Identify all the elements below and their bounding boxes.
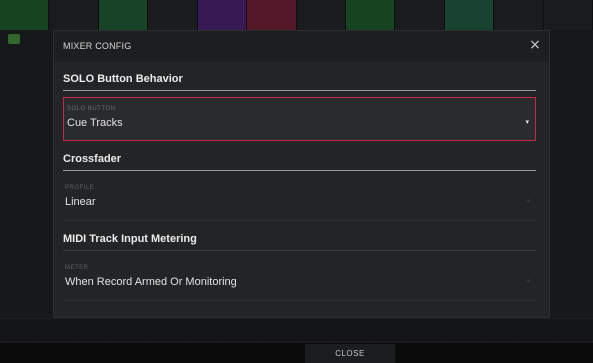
background-indicator: [8, 34, 20, 44]
field-label: METER: [65, 265, 89, 271]
background-right-panel: [549, 30, 593, 320]
screen: MIXER CONFIG × SOLO Button Behavior SOLO…: [0, 0, 593, 363]
background-track: [395, 0, 445, 30]
background-track-strip: [0, 0, 593, 30]
background-track: [494, 0, 544, 30]
background-track: [543, 0, 593, 30]
dialog-header: MIXER CONFIG ×: [54, 31, 549, 62]
background-track: [247, 0, 297, 30]
background-track: [296, 0, 346, 30]
close-button[interactable]: CLOSE: [305, 344, 395, 363]
field-label: SOLO BUTTON: [67, 106, 116, 112]
background-track: [148, 0, 198, 30]
background-track: [0, 0, 50, 30]
background-track: [197, 0, 248, 30]
background-track: [98, 0, 149, 30]
field-value: Linear: [65, 196, 96, 208]
section-heading-crossfader: Crossfader: [63, 153, 536, 171]
section-heading-midi-metering: MIDI Track Input Metering: [63, 233, 536, 251]
midi-meter-dropdown[interactable]: METER When Record Armed Or Monitoring ▾: [63, 257, 536, 301]
background-track: [49, 0, 99, 30]
crossfader-profile-dropdown[interactable]: PROFILE Linear ▾: [63, 177, 536, 221]
background-left-panel: [0, 30, 52, 320]
mixer-config-dialog: MIXER CONFIG × SOLO Button Behavior SOLO…: [53, 30, 550, 318]
chevron-down-icon: ▾: [526, 277, 530, 285]
solo-button-dropdown[interactable]: SOLO BUTTON Cue Tracks ▾: [63, 97, 536, 141]
dialog-title: MIXER CONFIG: [63, 41, 132, 51]
close-icon[interactable]: ×: [527, 37, 543, 53]
section-heading-solo: SOLO Button Behavior: [63, 73, 536, 91]
background-bottom-strip: [0, 318, 593, 341]
background-track: [345, 0, 396, 30]
background-track: [444, 0, 495, 30]
chevron-down-icon: ▾: [526, 197, 530, 205]
bottom-toolbar: [0, 342, 593, 363]
field-value: Cue Tracks: [67, 117, 123, 129]
chevron-down-icon: ▾: [525, 118, 529, 126]
field-value: When Record Armed Or Monitoring: [65, 276, 237, 288]
field-label: PROFILE: [65, 185, 95, 191]
